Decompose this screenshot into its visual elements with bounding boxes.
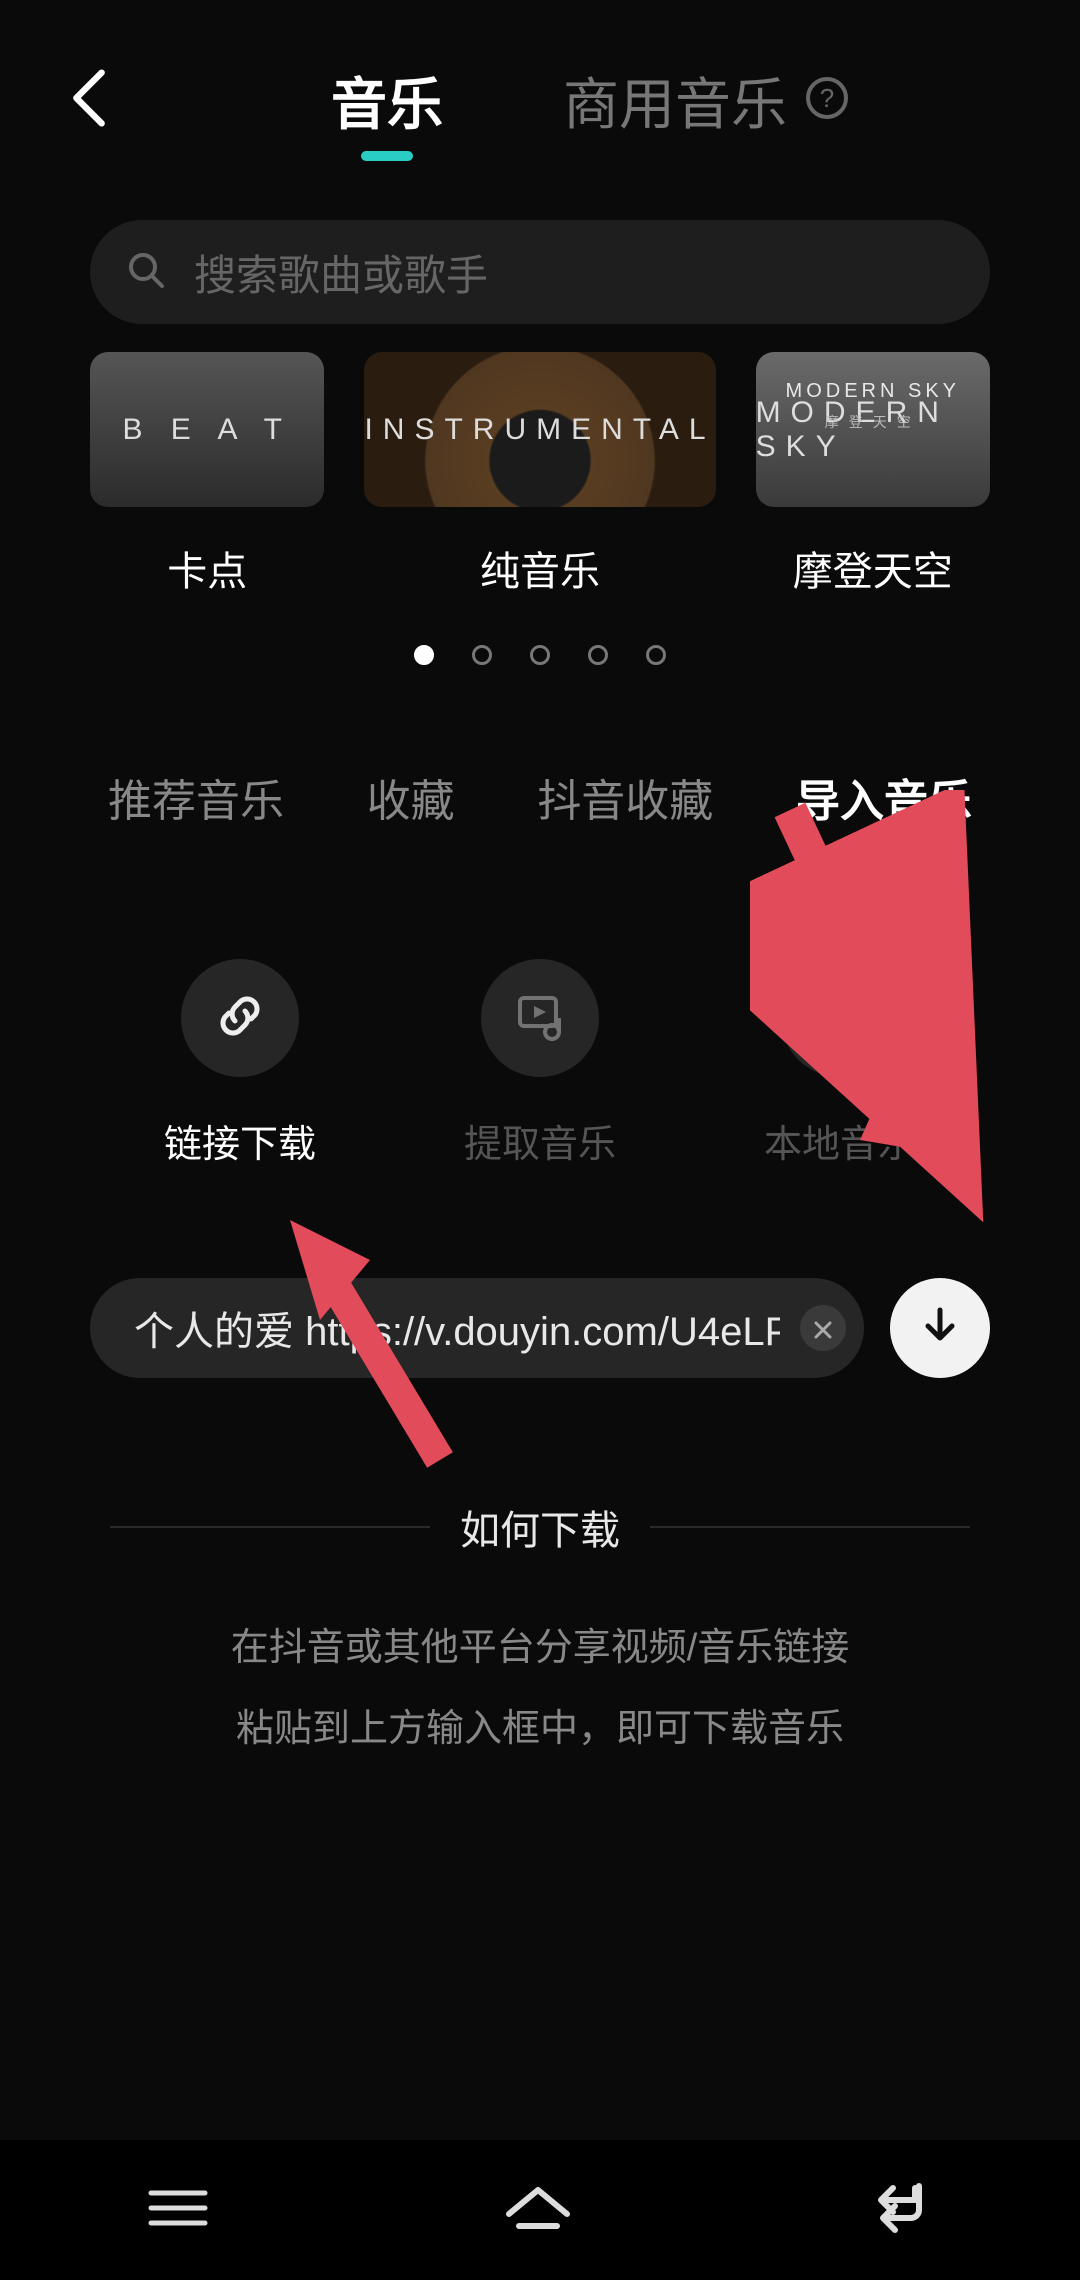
import-link-download[interactable]: 链接下载	[164, 959, 316, 1168]
import-label: 链接下载	[164, 1113, 316, 1168]
search-icon	[126, 250, 166, 295]
help-icon[interactable]: ?	[805, 76, 849, 125]
back-icon[interactable]	[70, 69, 108, 132]
pager-dot[interactable]	[414, 645, 434, 665]
howto-line: 在抖音或其他平台分享视频/音乐链接	[0, 1616, 1080, 1671]
category-label: 卡点	[167, 539, 247, 597]
import-local-music[interactable]: 本地音乐	[764, 959, 916, 1168]
search-placeholder: 搜索歌曲或歌手	[194, 242, 488, 303]
howto-title: 如何下载	[0, 1498, 1080, 1556]
pager-dots[interactable]	[0, 645, 1080, 665]
tab-douyin-favorites[interactable]: 抖音收藏	[537, 765, 713, 829]
download-icon	[918, 1304, 962, 1353]
svg-text:?: ?	[820, 83, 834, 113]
tab-commercial-music[interactable]: 商用音乐	[563, 60, 787, 141]
category-thumb: MODERN SKY MODERN SKY 摩登天空	[756, 352, 990, 507]
category-card[interactable]: INSTRUMENTAL 纯音乐	[364, 352, 715, 597]
nav-back-icon[interactable]	[863, 2180, 937, 2241]
link-url-input[interactable]: 个人的爱 https://v.douyin.com/U4eLPXa/	[90, 1278, 864, 1378]
tab-recommended[interactable]: 推荐音乐	[108, 765, 284, 829]
howto-line: 粘贴到上方输入框中，即可下载音乐	[0, 1697, 1080, 1752]
import-extract-music[interactable]: 提取音乐	[464, 959, 616, 1168]
nav-menu-icon[interactable]	[143, 2183, 213, 2238]
close-icon	[812, 1306, 834, 1351]
clear-input-button[interactable]	[800, 1305, 846, 1351]
tab-import-music[interactable]: 导入音乐	[796, 765, 972, 829]
search-input[interactable]: 搜索歌曲或歌手	[90, 220, 990, 324]
pager-dot[interactable]	[472, 645, 492, 665]
pager-dot[interactable]	[530, 645, 550, 665]
tab-music[interactable]: 音乐	[331, 60, 443, 141]
import-label: 本地音乐	[764, 1113, 916, 1168]
download-button[interactable]	[890, 1278, 990, 1378]
category-thumb: B E A T	[90, 352, 324, 507]
folder-icon	[812, 988, 868, 1049]
category-label: 摩登天空	[793, 539, 953, 597]
category-card[interactable]: MODERN SKY MODERN SKY 摩登天空 摩登天空	[756, 352, 990, 597]
link-icon	[213, 989, 267, 1048]
nav-home-icon[interactable]	[499, 2180, 577, 2241]
category-card[interactable]: B E A T 卡点	[90, 352, 324, 597]
tab-favorites[interactable]: 收藏	[367, 765, 455, 829]
import-label: 提取音乐	[464, 1113, 616, 1168]
pager-dot[interactable]	[588, 645, 608, 665]
pager-dot[interactable]	[646, 645, 666, 665]
video-music-icon	[512, 988, 568, 1049]
category-label: 纯音乐	[480, 539, 600, 597]
category-thumb: INSTRUMENTAL	[364, 352, 715, 507]
link-url-value: 个人的爱 https://v.douyin.com/U4eLPXa/	[134, 1310, 780, 1354]
